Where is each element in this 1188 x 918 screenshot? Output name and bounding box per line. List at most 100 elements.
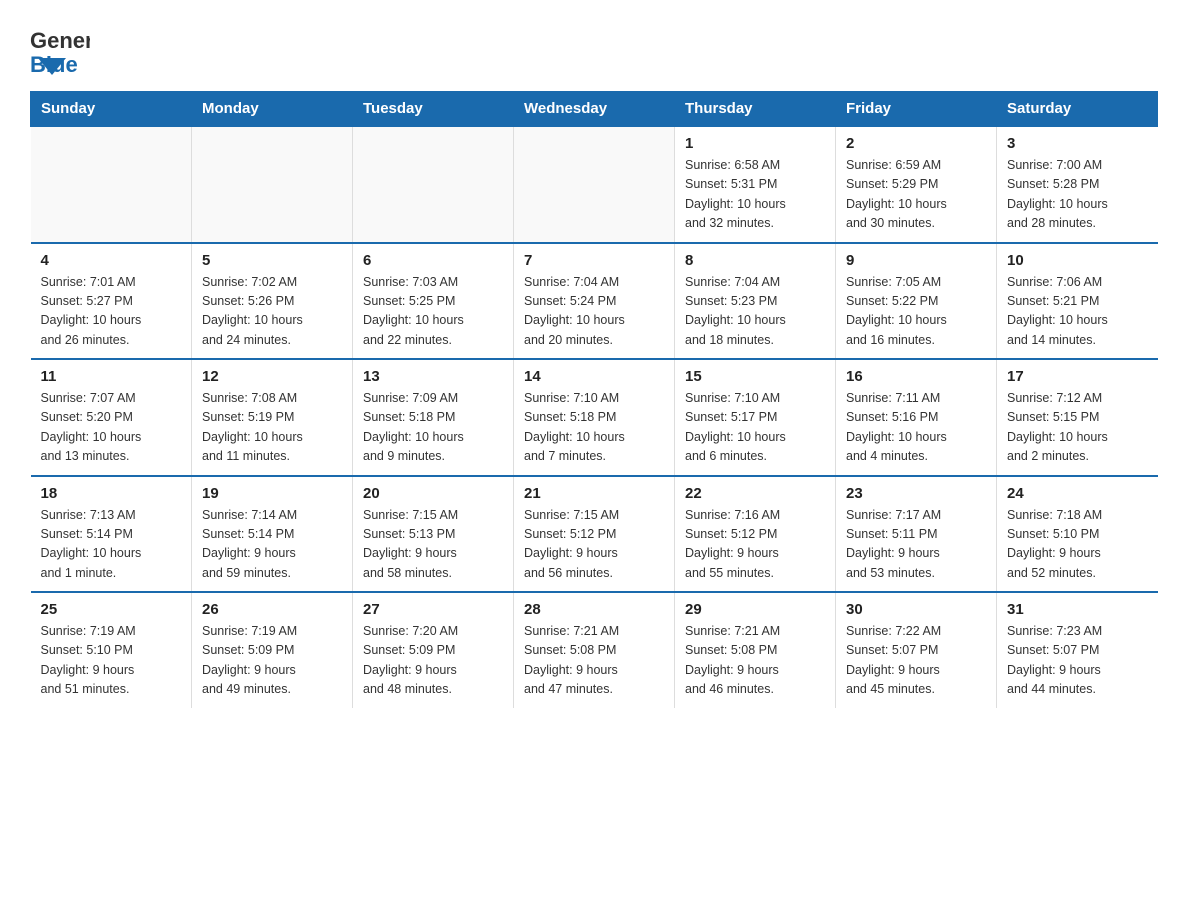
calendar-cell: 18 Sunrise: 7:13 AMSunset: 5:14 PMDayligh…: [31, 476, 192, 593]
svg-text:Blue: Blue: [30, 52, 78, 75]
day-info: Sunrise: 7:04 AMSunset: 5:23 PMDaylight:…: [685, 273, 825, 351]
day-info: Sunrise: 7:12 AMSunset: 5:15 PMDaylight:…: [1007, 389, 1148, 467]
logo-icon: General Blue: [30, 20, 90, 75]
day-info: Sunrise: 7:09 AMSunset: 5:18 PMDaylight:…: [363, 389, 503, 467]
day-info: Sunrise: 7:03 AMSunset: 5:25 PMDaylight:…: [363, 273, 503, 351]
day-number: 11: [41, 368, 182, 385]
day-number: 4: [41, 252, 182, 269]
day-number: 6: [363, 252, 503, 269]
day-number: 10: [1007, 252, 1148, 269]
day-info: Sunrise: 7:01 AMSunset: 5:27 PMDaylight:…: [41, 273, 182, 351]
calendar-cell: [192, 126, 353, 243]
calendar-week-3: 11 Sunrise: 7:07 AMSunset: 5:20 PMDayligh…: [31, 359, 1158, 476]
svg-text:General: General: [30, 28, 90, 53]
day-info: Sunrise: 7:04 AMSunset: 5:24 PMDaylight:…: [524, 273, 664, 351]
day-info: Sunrise: 7:23 AMSunset: 5:07 PMDaylight:…: [1007, 622, 1148, 700]
calendar-table: SundayMondayTuesdayWednesdayThursdayFrid…: [30, 91, 1158, 708]
header-day-wednesday: Wednesday: [514, 92, 675, 127]
header-day-friday: Friday: [836, 92, 997, 127]
calendar-cell: 8Sunrise: 7:04 AMSunset: 5:23 PMDaylight…: [675, 243, 836, 360]
day-info: Sunrise: 6:58 AMSunset: 5:31 PMDaylight:…: [685, 156, 825, 234]
day-info: Sunrise: 7:15 AMSunset: 5:12 PMDaylight:…: [524, 506, 664, 584]
day-info: Sunrise: 7:10 AMSunset: 5:18 PMDaylight:…: [524, 389, 664, 467]
day-info: Sunrise: 7:19 AMSunset: 5:09 PMDaylight:…: [202, 622, 342, 700]
day-info: Sunrise: 6:59 AMSunset: 5:29 PMDaylight:…: [846, 156, 986, 234]
calendar-cell: 3 Sunrise: 7:00 AMSunset: 5:28 PMDaylight…: [997, 126, 1158, 243]
day-number: 20: [363, 485, 503, 502]
calendar-cell: 16Sunrise: 7:11 AMSunset: 5:16 PMDayligh…: [836, 359, 997, 476]
calendar-cell: 27 Sunrise: 7:20 AMSunset: 5:09 PMDayligh…: [353, 592, 514, 708]
calendar-cell: 10 Sunrise: 7:06 AMSunset: 5:21 PMDayligh…: [997, 243, 1158, 360]
day-info: Sunrise: 7:05 AMSunset: 5:22 PMDaylight:…: [846, 273, 986, 351]
day-number: 14: [524, 368, 664, 385]
calendar-week-5: 25 Sunrise: 7:19 AMSunset: 5:10 PMDayligh…: [31, 592, 1158, 708]
day-info: Sunrise: 7:02 AMSunset: 5:26 PMDaylight:…: [202, 273, 342, 351]
page-header: General Blue: [30, 20, 1158, 75]
calendar-cell: 13 Sunrise: 7:09 AMSunset: 5:18 PMDayligh…: [353, 359, 514, 476]
calendar-cell: 20 Sunrise: 7:15 AMSunset: 5:13 PMDayligh…: [353, 476, 514, 593]
day-number: 2: [846, 135, 986, 152]
calendar-week-4: 18 Sunrise: 7:13 AMSunset: 5:14 PMDayligh…: [31, 476, 1158, 593]
day-info: Sunrise: 7:21 AMSunset: 5:08 PMDaylight:…: [685, 622, 825, 700]
calendar-cell: 9Sunrise: 7:05 AMSunset: 5:22 PMDaylight…: [836, 243, 997, 360]
day-number: 25: [41, 601, 182, 618]
day-number: 1: [685, 135, 825, 152]
header-day-saturday: Saturday: [997, 92, 1158, 127]
day-number: 3: [1007, 135, 1148, 152]
day-number: 18: [41, 485, 182, 502]
calendar-cell: 2 Sunrise: 6:59 AMSunset: 5:29 PMDaylight…: [836, 126, 997, 243]
calendar-cell: 7 Sunrise: 7:04 AMSunset: 5:24 PMDaylight…: [514, 243, 675, 360]
calendar-cell: 29 Sunrise: 7:21 AMSunset: 5:08 PMDayligh…: [675, 592, 836, 708]
day-info: Sunrise: 7:18 AMSunset: 5:10 PMDaylight:…: [1007, 506, 1148, 584]
day-info: Sunrise: 7:13 AMSunset: 5:14 PMDaylight:…: [41, 506, 182, 584]
header-day-thursday: Thursday: [675, 92, 836, 127]
calendar-cell: [514, 126, 675, 243]
calendar-cell: 30Sunrise: 7:22 AMSunset: 5:07 PMDayligh…: [836, 592, 997, 708]
day-info: Sunrise: 7:16 AMSunset: 5:12 PMDaylight:…: [685, 506, 825, 584]
day-number: 15: [685, 368, 825, 385]
day-number: 22: [685, 485, 825, 502]
day-info: Sunrise: 7:21 AMSunset: 5:08 PMDaylight:…: [524, 622, 664, 700]
day-info: Sunrise: 7:07 AMSunset: 5:20 PMDaylight:…: [41, 389, 182, 467]
calendar-cell: 26 Sunrise: 7:19 AMSunset: 5:09 PMDayligh…: [192, 592, 353, 708]
calendar-cell: 19Sunrise: 7:14 AMSunset: 5:14 PMDayligh…: [192, 476, 353, 593]
calendar-cell: 4 Sunrise: 7:01 AMSunset: 5:27 PMDaylight…: [31, 243, 192, 360]
day-number: 12: [202, 368, 342, 385]
day-info: Sunrise: 7:22 AMSunset: 5:07 PMDaylight:…: [846, 622, 986, 700]
calendar-cell: 25 Sunrise: 7:19 AMSunset: 5:10 PMDayligh…: [31, 592, 192, 708]
calendar-week-2: 4 Sunrise: 7:01 AMSunset: 5:27 PMDaylight…: [31, 243, 1158, 360]
calendar-cell: 22 Sunrise: 7:16 AMSunset: 5:12 PMDayligh…: [675, 476, 836, 593]
calendar-cell: 5Sunrise: 7:02 AMSunset: 5:26 PMDaylight…: [192, 243, 353, 360]
calendar-cell: 12 Sunrise: 7:08 AMSunset: 5:19 PMDayligh…: [192, 359, 353, 476]
day-number: 29: [685, 601, 825, 618]
day-info: Sunrise: 7:00 AMSunset: 5:28 PMDaylight:…: [1007, 156, 1148, 234]
day-number: 16: [846, 368, 986, 385]
calendar-cell: 6 Sunrise: 7:03 AMSunset: 5:25 PMDaylight…: [353, 243, 514, 360]
day-number: 31: [1007, 601, 1148, 618]
day-info: Sunrise: 7:19 AMSunset: 5:10 PMDaylight:…: [41, 622, 182, 700]
calendar-week-1: 1 Sunrise: 6:58 AMSunset: 5:31 PMDaylight…: [31, 126, 1158, 243]
day-info: Sunrise: 7:10 AMSunset: 5:17 PMDaylight:…: [685, 389, 825, 467]
calendar-cell: 23Sunrise: 7:17 AMSunset: 5:11 PMDayligh…: [836, 476, 997, 593]
day-number: 7: [524, 252, 664, 269]
day-number: 23: [846, 485, 986, 502]
day-number: 19: [202, 485, 342, 502]
day-number: 26: [202, 601, 342, 618]
day-number: 13: [363, 368, 503, 385]
calendar-cell: 31 Sunrise: 7:23 AMSunset: 5:07 PMDayligh…: [997, 592, 1158, 708]
day-number: 24: [1007, 485, 1148, 502]
day-info: Sunrise: 7:15 AMSunset: 5:13 PMDaylight:…: [363, 506, 503, 584]
day-number: 28: [524, 601, 664, 618]
calendar-cell: [31, 126, 192, 243]
day-number: 21: [524, 485, 664, 502]
calendar-cell: 15 Sunrise: 7:10 AMSunset: 5:17 PMDayligh…: [675, 359, 836, 476]
calendar-cell: 14 Sunrise: 7:10 AMSunset: 5:18 PMDayligh…: [514, 359, 675, 476]
calendar-cell: 28 Sunrise: 7:21 AMSunset: 5:08 PMDayligh…: [514, 592, 675, 708]
day-info: Sunrise: 7:08 AMSunset: 5:19 PMDaylight:…: [202, 389, 342, 467]
day-number: 17: [1007, 368, 1148, 385]
calendar-header-row: SundayMondayTuesdayWednesdayThursdayFrid…: [31, 92, 1158, 127]
day-info: Sunrise: 7:20 AMSunset: 5:09 PMDaylight:…: [363, 622, 503, 700]
day-number: 27: [363, 601, 503, 618]
calendar-cell: 21 Sunrise: 7:15 AMSunset: 5:12 PMDayligh…: [514, 476, 675, 593]
day-info: Sunrise: 7:06 AMSunset: 5:21 PMDaylight:…: [1007, 273, 1148, 351]
